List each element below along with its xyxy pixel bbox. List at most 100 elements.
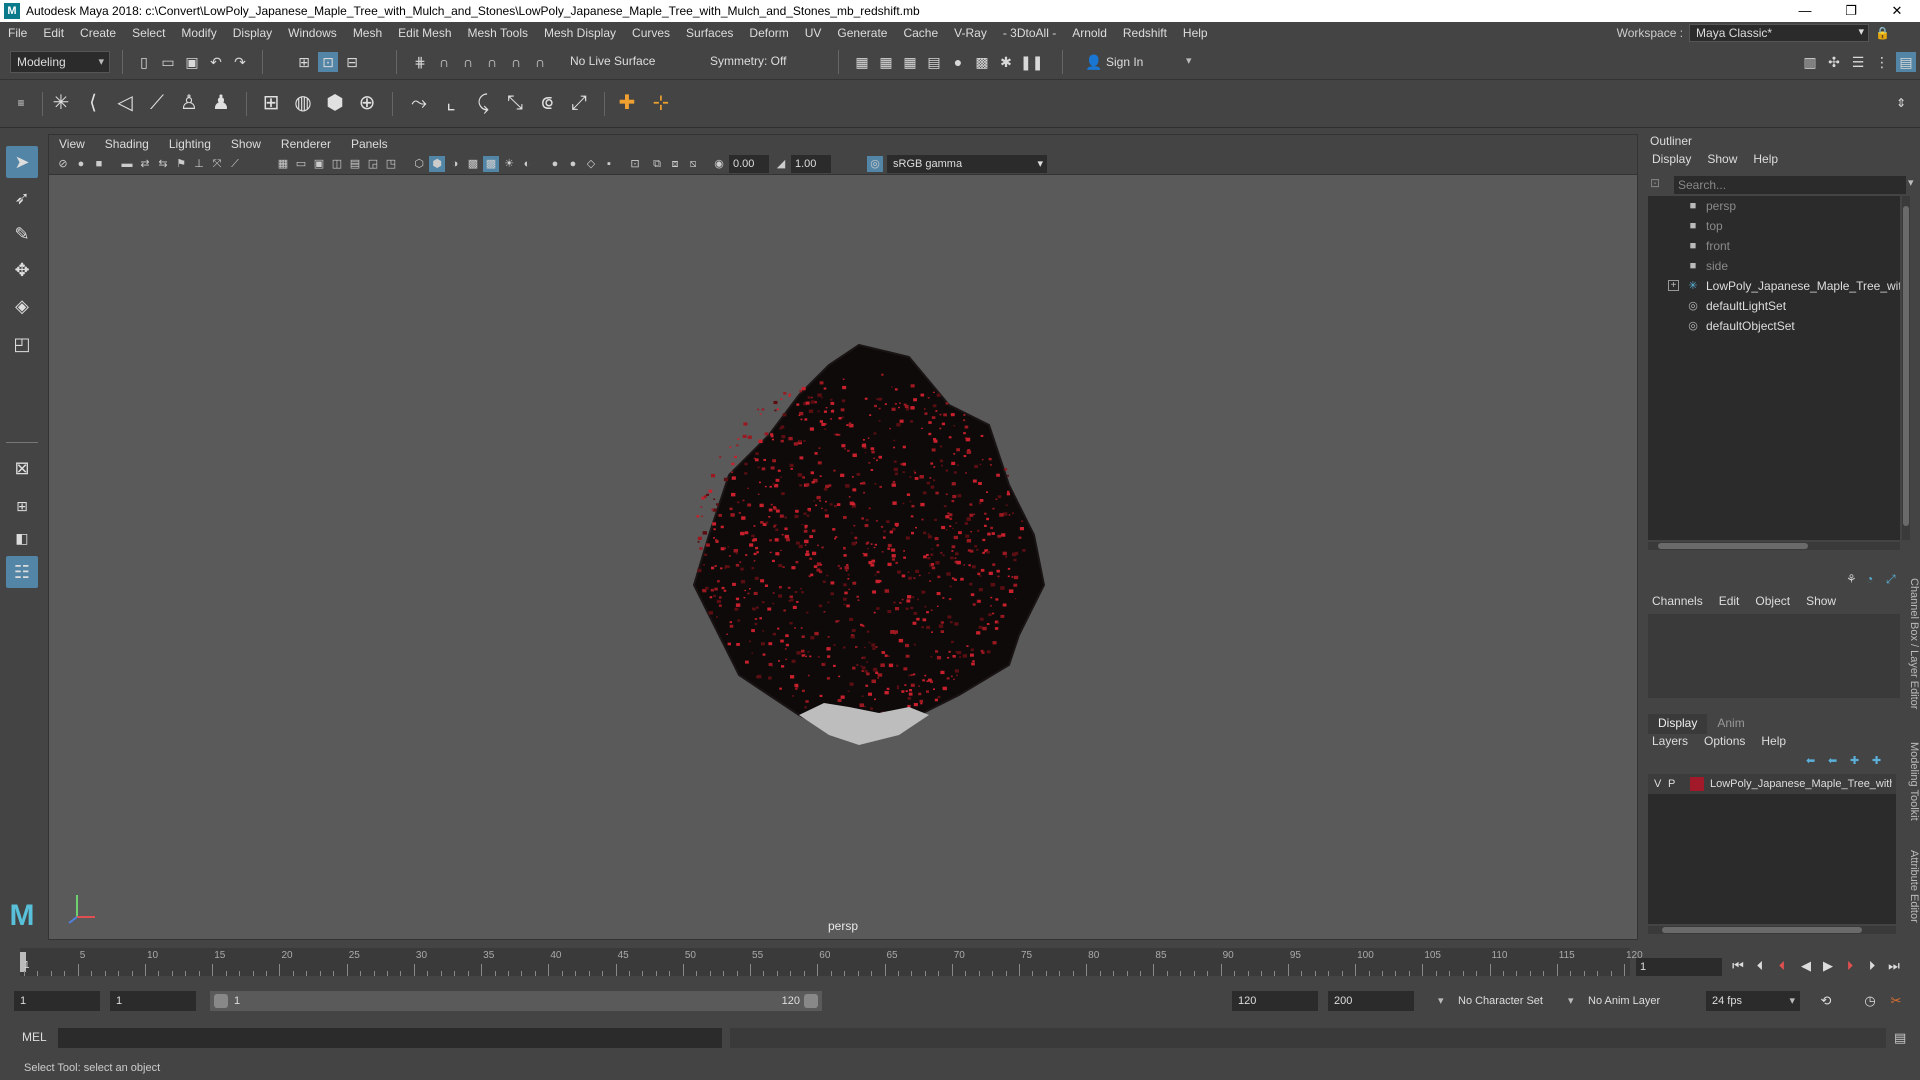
outliner-item-top[interactable]: ■ top [1648, 216, 1900, 236]
outliner-menu-help[interactable]: Help [1745, 152, 1786, 170]
menu-mesh-tools[interactable]: Mesh Tools [460, 26, 536, 40]
auto-key-icon[interactable]: ◷ [1860, 991, 1880, 1011]
paint-weights-icon[interactable]: ⤳ [404, 88, 434, 118]
ik-spline-icon[interactable]: ◁ [110, 88, 140, 118]
single-perspective-layout-icon[interactable]: ⊠ [6, 452, 38, 484]
menu-generate[interactable]: Generate [829, 26, 895, 40]
search-options-chevron-down-icon[interactable]: ▾ [1908, 176, 1914, 189]
layers-menu-layers[interactable]: Layers [1644, 734, 1696, 752]
panel-layout-icon[interactable]: ▥ [1800, 52, 1820, 72]
bookmark-flag-icon[interactable]: ⚑ [173, 156, 189, 172]
outliner-item-tree-group[interactable]: + ✳ LowPoly_Japanese_Maple_Tree_with_Mu [1648, 276, 1900, 296]
anim-layer-dropdown[interactable]: No Anim Layer [1588, 991, 1660, 1011]
scene-start-field[interactable]: 1 [14, 991, 100, 1011]
layer-color-swatch[interactable] [1690, 777, 1704, 791]
outliner-filter-icon[interactable]: ⊡ [1650, 176, 1660, 190]
redshift-icon[interactable]: ✱ [996, 52, 1016, 72]
command-input[interactable] [58, 1028, 722, 1048]
menu-create[interactable]: Create [72, 26, 124, 40]
channel-box-toggle-icon[interactable]: ▤ [1896, 52, 1916, 72]
close-button[interactable]: ✕ [1874, 0, 1920, 22]
safe-action-icon[interactable]: ▭ [293, 156, 309, 172]
loop-icon[interactable]: ⟲ [1816, 991, 1836, 1011]
expand-icon[interactable]: + [1668, 280, 1679, 291]
snapshot-icon[interactable]: ⧈ [667, 156, 683, 172]
play-backwards-icon[interactable]: ◀ [1796, 956, 1816, 976]
ik-handle-icon[interactable]: ⟨ [78, 88, 108, 118]
xray-icon[interactable]: ◐ [519, 156, 535, 172]
channel-box-area[interactable] [1648, 614, 1900, 698]
sculpt-icon[interactable]: ⟃ [532, 88, 562, 118]
menuset-dropdown[interactable]: Modeling ▾ [10, 51, 110, 73]
hud-icon[interactable]: ⧉ [649, 156, 665, 172]
playback-range-bar[interactable]: 1 120 [210, 991, 822, 1011]
new-scene-icon[interactable]: ▯ [134, 52, 154, 72]
menu-arnold[interactable]: Arnold [1064, 26, 1115, 40]
soft-mod-icon[interactable]: ⤡ [500, 88, 530, 118]
range-start-handle[interactable] [214, 994, 228, 1008]
lattice-icon[interactable]: ⊞ [256, 88, 286, 118]
pan-zoom-icon[interactable]: ◲ [365, 156, 381, 172]
outliner-toggle-icon[interactable]: ⋮ [1872, 52, 1892, 72]
tab-attribute-editor[interactable]: Attribute Editor [1904, 850, 1920, 923]
snap-point-icon[interactable]: ∩ [458, 52, 478, 72]
outliner-layout-icon[interactable]: ☷ [6, 556, 38, 588]
layers-menu-help[interactable]: Help [1753, 734, 1794, 752]
undo-icon[interactable]: ↶ [206, 52, 226, 72]
redo-icon[interactable]: ↷ [230, 52, 250, 72]
wireframe-grid-icon[interactable]: ▦ [275, 156, 291, 172]
outliner-menu-show[interactable]: Show [1699, 152, 1745, 170]
menu-deform[interactable]: Deform [741, 26, 796, 40]
tab-channel-box-layer-editor[interactable]: Channel Box / Layer Editor [1904, 578, 1920, 709]
layers-menu-options[interactable]: Options [1696, 734, 1753, 752]
outliner-item-default-light-set[interactable]: ◎ defaultLightSet [1648, 296, 1900, 316]
exposure-icon[interactable]: ◉ [711, 156, 727, 172]
symmetry-dropdown[interactable]: Symmetry: Off [704, 51, 804, 73]
attribute-editor-toggle-icon[interactable]: ✣ [1824, 52, 1844, 72]
tab-display[interactable]: Display [1648, 714, 1708, 734]
menu-mesh[interactable]: Mesh [345, 26, 390, 40]
quick-rig-icon[interactable]: ♟ [206, 88, 236, 118]
current-frame-field[interactable]: 1 [1636, 958, 1722, 976]
channel-box-menu-edit[interactable]: Edit [1711, 594, 1748, 612]
move-tool-icon[interactable]: ✥ [6, 254, 38, 286]
field-chart-icon[interactable]: ◫ [329, 156, 345, 172]
camera-select-icon[interactable]: ⊘ [55, 156, 71, 172]
step-back-frame-icon[interactable]: ⏴ [1772, 956, 1792, 976]
color-space-dropdown[interactable]: sRGB gamma ▾ [887, 155, 1047, 173]
tab-modeling-toolkit[interactable]: Modeling Toolkit [1904, 742, 1920, 821]
menu-help[interactable]: Help [1175, 26, 1216, 40]
maximize-button[interactable]: ❐ [1828, 0, 1874, 22]
two-d-pan-icon[interactable]: ⇄ [137, 156, 153, 172]
snap-magnet-icon[interactable]: ∩ [530, 52, 550, 72]
menu-windows[interactable]: Windows [280, 26, 345, 40]
play-forwards-icon[interactable]: ▶ [1818, 956, 1838, 976]
render-view-icon[interactable]: ▩ [972, 52, 992, 72]
ipr-render-icon[interactable]: ▦ [900, 52, 920, 72]
menu-cache[interactable]: Cache [895, 26, 946, 40]
animation-preferences-icon[interactable]: ✂ [1886, 991, 1906, 1011]
go-to-start-icon[interactable]: ⏮ [1728, 956, 1748, 976]
character-set-chevron-down-icon[interactable]: ▾ [1438, 991, 1444, 1011]
outliner-item-default-object-set[interactable]: ◎ defaultObjectSet [1648, 316, 1900, 336]
render-settings-icon[interactable]: ▤ [924, 52, 944, 72]
outliner-item-front[interactable]: ■ front [1648, 236, 1900, 256]
channel-box-menu-channels[interactable]: Channels [1644, 594, 1711, 612]
layer-horizontal-scrollbar[interactable] [1648, 926, 1896, 934]
outliner-item-persp[interactable]: ■ persp [1648, 196, 1900, 216]
hypershade-icon[interactable]: ● [948, 52, 968, 72]
cluster-icon[interactable]: ◍ [288, 88, 318, 118]
viewport-menu-view[interactable]: View [49, 137, 95, 151]
layer-visibility-toggle[interactable]: V [1654, 774, 1661, 794]
gamma-field[interactable]: 1.00 [791, 155, 831, 173]
ambient-occlusion-icon[interactable]: ● [565, 156, 581, 172]
grid-toggle-icon[interactable]: ⊥ [191, 156, 207, 172]
smooth-shading-icon[interactable]: ⬢ [429, 156, 445, 172]
skin-weights-icon[interactable]: ⌞ [436, 88, 466, 118]
channel-box-toggle-1-icon[interactable]: ⚘ [1846, 572, 1857, 586]
render-sequence-icon[interactable]: ▦ [876, 52, 896, 72]
menu-uv[interactable]: UV [797, 26, 830, 40]
workspace-dropdown[interactable]: Maya Classic* [1689, 24, 1870, 42]
snap-view-icon[interactable]: ∩ [482, 52, 502, 72]
step-forward-key-icon[interactable]: ⏵ [1862, 956, 1882, 976]
